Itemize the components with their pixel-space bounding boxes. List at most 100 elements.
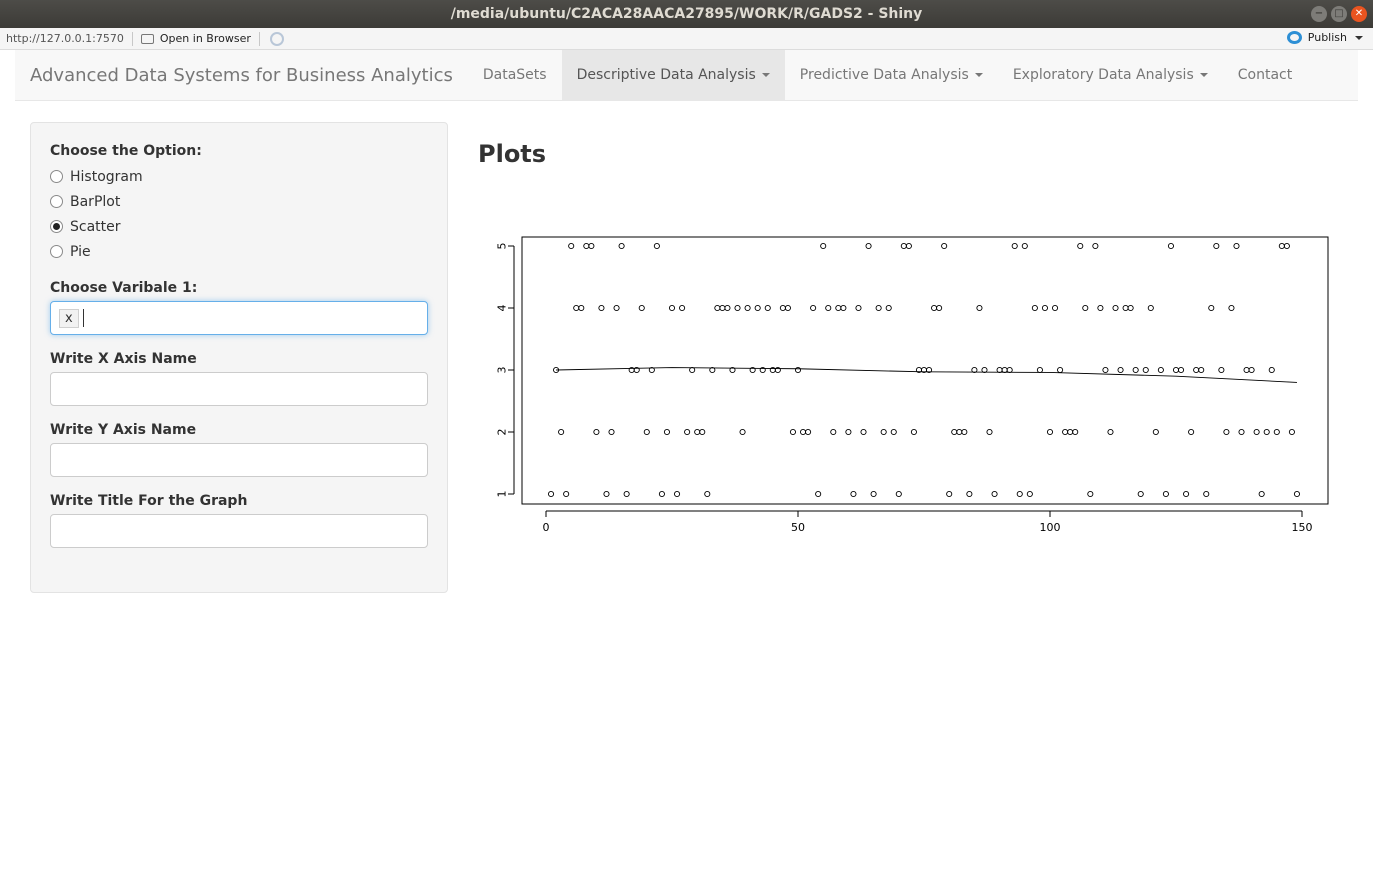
publish-icon bbox=[1286, 31, 1302, 44]
radio-button[interactable] bbox=[50, 245, 63, 258]
radio-button-selected[interactable] bbox=[50, 220, 63, 233]
data-point bbox=[1253, 428, 1260, 436]
data-point bbox=[668, 304, 676, 312]
nav-descriptive-data-analysis[interactable]: Descriptive Data Analysis bbox=[561, 50, 785, 100]
data-point bbox=[820, 242, 827, 250]
data-point bbox=[1011, 242, 1018, 250]
data-point bbox=[1283, 242, 1290, 250]
toolbar-divider bbox=[131, 31, 133, 46]
data-point bbox=[583, 242, 590, 250]
data-point bbox=[779, 304, 786, 312]
data-point bbox=[578, 304, 585, 312]
refresh-icon[interactable] bbox=[269, 31, 284, 46]
minimize-button[interactable]: − bbox=[1311, 6, 1327, 22]
data-point bbox=[961, 428, 968, 436]
data-point bbox=[663, 428, 671, 436]
data-point bbox=[1183, 490, 1190, 498]
data-point bbox=[1228, 304, 1235, 312]
data-point bbox=[1112, 304, 1119, 312]
nav-predictive-data-analysis[interactable]: Predictive Data Analysis bbox=[785, 50, 998, 100]
data-point bbox=[1127, 304, 1134, 312]
data-point bbox=[1248, 366, 1255, 374]
radio-histogram[interactable]: Histogram bbox=[50, 164, 428, 189]
x-axis-tick-label: 150 bbox=[1292, 521, 1313, 534]
radio-label: BarPlot bbox=[70, 193, 121, 210]
x-axis-tick-label: 100 bbox=[1040, 521, 1061, 534]
data-point bbox=[1147, 304, 1154, 312]
data-point bbox=[679, 304, 686, 312]
data-point bbox=[855, 304, 862, 312]
selected-variable-chip[interactable]: x bbox=[59, 308, 79, 328]
xaxis-name-input[interactable] bbox=[50, 372, 428, 406]
xaxis-name-label: Write X Axis Name bbox=[50, 351, 197, 367]
y-axis-tick-label: 1 bbox=[496, 491, 509, 498]
data-point bbox=[547, 490, 555, 498]
data-point bbox=[719, 304, 726, 312]
radio-button[interactable] bbox=[50, 195, 63, 208]
radio-scatter[interactable]: Scatter bbox=[50, 214, 428, 239]
data-point bbox=[603, 490, 610, 498]
y-axis-tick-label: 5 bbox=[496, 243, 509, 250]
data-point bbox=[850, 490, 857, 498]
data-point bbox=[694, 428, 701, 436]
data-point bbox=[1097, 304, 1104, 312]
navbar-brand[interactable]: Advanced Data Systems for Business Analy… bbox=[15, 50, 468, 100]
variable1-select[interactable]: x bbox=[50, 301, 428, 335]
radio-barplot[interactable]: BarPlot bbox=[50, 189, 428, 214]
data-point bbox=[1188, 428, 1195, 436]
data-point bbox=[1077, 242, 1084, 250]
data-point bbox=[799, 428, 807, 436]
data-point bbox=[1213, 242, 1220, 250]
option-label: Choose the Option: bbox=[50, 143, 202, 159]
data-point bbox=[1051, 304, 1059, 312]
browser-window-icon bbox=[140, 33, 154, 44]
data-point bbox=[1046, 428, 1054, 436]
yaxis-name-input[interactable] bbox=[50, 443, 428, 477]
maximize-button[interactable]: □ bbox=[1331, 6, 1347, 22]
open-in-browser-label: Open in Browser bbox=[159, 32, 251, 45]
data-point bbox=[699, 428, 706, 436]
data-point bbox=[1132, 366, 1139, 374]
close-button[interactable]: ✕ bbox=[1351, 6, 1367, 22]
open-in-browser-button[interactable]: Open in Browser bbox=[140, 32, 251, 45]
data-point bbox=[1157, 366, 1164, 374]
data-point bbox=[1243, 366, 1250, 374]
data-point bbox=[1258, 490, 1265, 498]
y-axis-tick-label: 2 bbox=[496, 429, 509, 436]
data-point bbox=[976, 304, 983, 312]
data-point bbox=[1152, 428, 1159, 436]
data-point bbox=[1293, 490, 1301, 498]
data-point bbox=[794, 366, 802, 374]
nav-contact[interactable]: Contact bbox=[1223, 50, 1307, 100]
plot-frame bbox=[521, 236, 1329, 505]
data-point bbox=[1026, 490, 1033, 498]
data-point bbox=[885, 304, 892, 312]
data-point bbox=[764, 304, 771, 312]
data-point bbox=[870, 490, 877, 498]
nav-exploratory-data-analysis[interactable]: Exploratory Data Analysis bbox=[998, 50, 1223, 100]
data-point bbox=[880, 428, 887, 436]
publish-button[interactable]: Publish bbox=[1286, 31, 1363, 44]
data-point bbox=[1142, 366, 1149, 374]
nav-datasets[interactable]: DataSets bbox=[468, 50, 562, 100]
chevron-down-icon bbox=[1355, 35, 1363, 40]
data-point bbox=[1122, 304, 1129, 312]
xaxis-name-group: Write X Axis Name bbox=[50, 351, 428, 406]
radio-pie[interactable]: Pie bbox=[50, 239, 428, 264]
data-point bbox=[910, 428, 917, 436]
nav-label: DataSets bbox=[482, 67, 547, 83]
data-point bbox=[1067, 428, 1074, 436]
graph-title-input[interactable] bbox=[50, 514, 428, 548]
data-point bbox=[734, 304, 741, 312]
data-point bbox=[1278, 242, 1285, 250]
publish-label: Publish bbox=[1307, 31, 1347, 44]
data-point bbox=[568, 242, 575, 250]
data-point bbox=[966, 490, 973, 498]
nav-label: Predictive Data Analysis bbox=[799, 67, 969, 83]
data-point bbox=[1223, 428, 1230, 436]
data-point bbox=[1198, 366, 1205, 374]
scatter-plot: 0 50 100 150 1 2 3 4 5 bbox=[496, 236, 1329, 534]
data-point bbox=[588, 242, 595, 250]
radio-button[interactable] bbox=[50, 170, 63, 183]
app-url[interactable]: http://127.0.0.1:7570 bbox=[0, 32, 124, 45]
